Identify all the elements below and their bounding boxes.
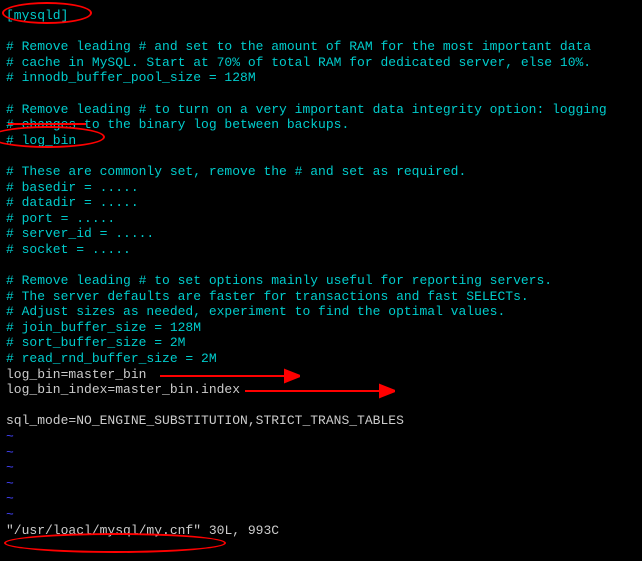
vim-file-path: "/usr/loacl/mysql/my.cnf" <box>6 523 201 538</box>
vim-empty-line: ~ <box>6 429 636 445</box>
config-line-log-bin: log_bin=master_bin <box>6 367 636 383</box>
comment-line: # Adjust sizes as needed, experiment to … <box>6 304 636 320</box>
vim-empty-line: ~ <box>6 507 636 523</box>
comment-line: # datadir = ..... <box>6 195 636 211</box>
vim-empty-line: ~ <box>6 491 636 507</box>
comment-line: # The server defaults are faster for tra… <box>6 289 636 305</box>
comment-line: # changes to the binary log between back… <box>6 117 636 133</box>
comment-line: # Remove leading # and set to the amount… <box>6 39 636 55</box>
comment-line: # These are commonly set, remove the # a… <box>6 164 636 180</box>
blank-line <box>6 258 636 274</box>
vim-empty-line: ~ <box>6 460 636 476</box>
comment-line: # cache in MySQL. Start at 70% of total … <box>6 55 636 71</box>
terminal-content[interactable]: [mysqld] # Remove leading # and set to t… <box>6 8 636 538</box>
vim-empty-line: ~ <box>6 445 636 461</box>
config-section-header: [mysqld] <box>6 8 636 24</box>
comment-line: # socket = ..... <box>6 242 636 258</box>
comment-line: # port = ..... <box>6 211 636 227</box>
vim-file-info: 30L, 993C <box>201 523 279 538</box>
comment-line: # Remove leading # to turn on a very imp… <box>6 102 636 118</box>
vim-status-line: "/usr/loacl/mysql/my.cnf" 30L, 993C <box>6 523 636 539</box>
comment-line: # server_id = ..... <box>6 226 636 242</box>
comment-line: # log_bin <box>6 133 636 149</box>
config-line-log-bin-index: log_bin_index=master_bin.index <box>6 382 636 398</box>
comment-line: # basedir = ..... <box>6 180 636 196</box>
vim-empty-line: ~ <box>6 476 636 492</box>
comment-line: # Remove leading # to set options mainly… <box>6 273 636 289</box>
comment-line: # read_rnd_buffer_size = 2M <box>6 351 636 367</box>
comment-line: # sort_buffer_size = 2M <box>6 335 636 351</box>
comment-line: # join_buffer_size = 128M <box>6 320 636 336</box>
comment-line: # innodb_buffer_pool_size = 128M <box>6 70 636 86</box>
blank-line <box>6 86 636 102</box>
blank-line <box>6 398 636 414</box>
blank-line <box>6 148 636 164</box>
blank-line <box>6 24 636 40</box>
config-line-sql-mode: sql_mode=NO_ENGINE_SUBSTITUTION,STRICT_T… <box>6 413 636 429</box>
